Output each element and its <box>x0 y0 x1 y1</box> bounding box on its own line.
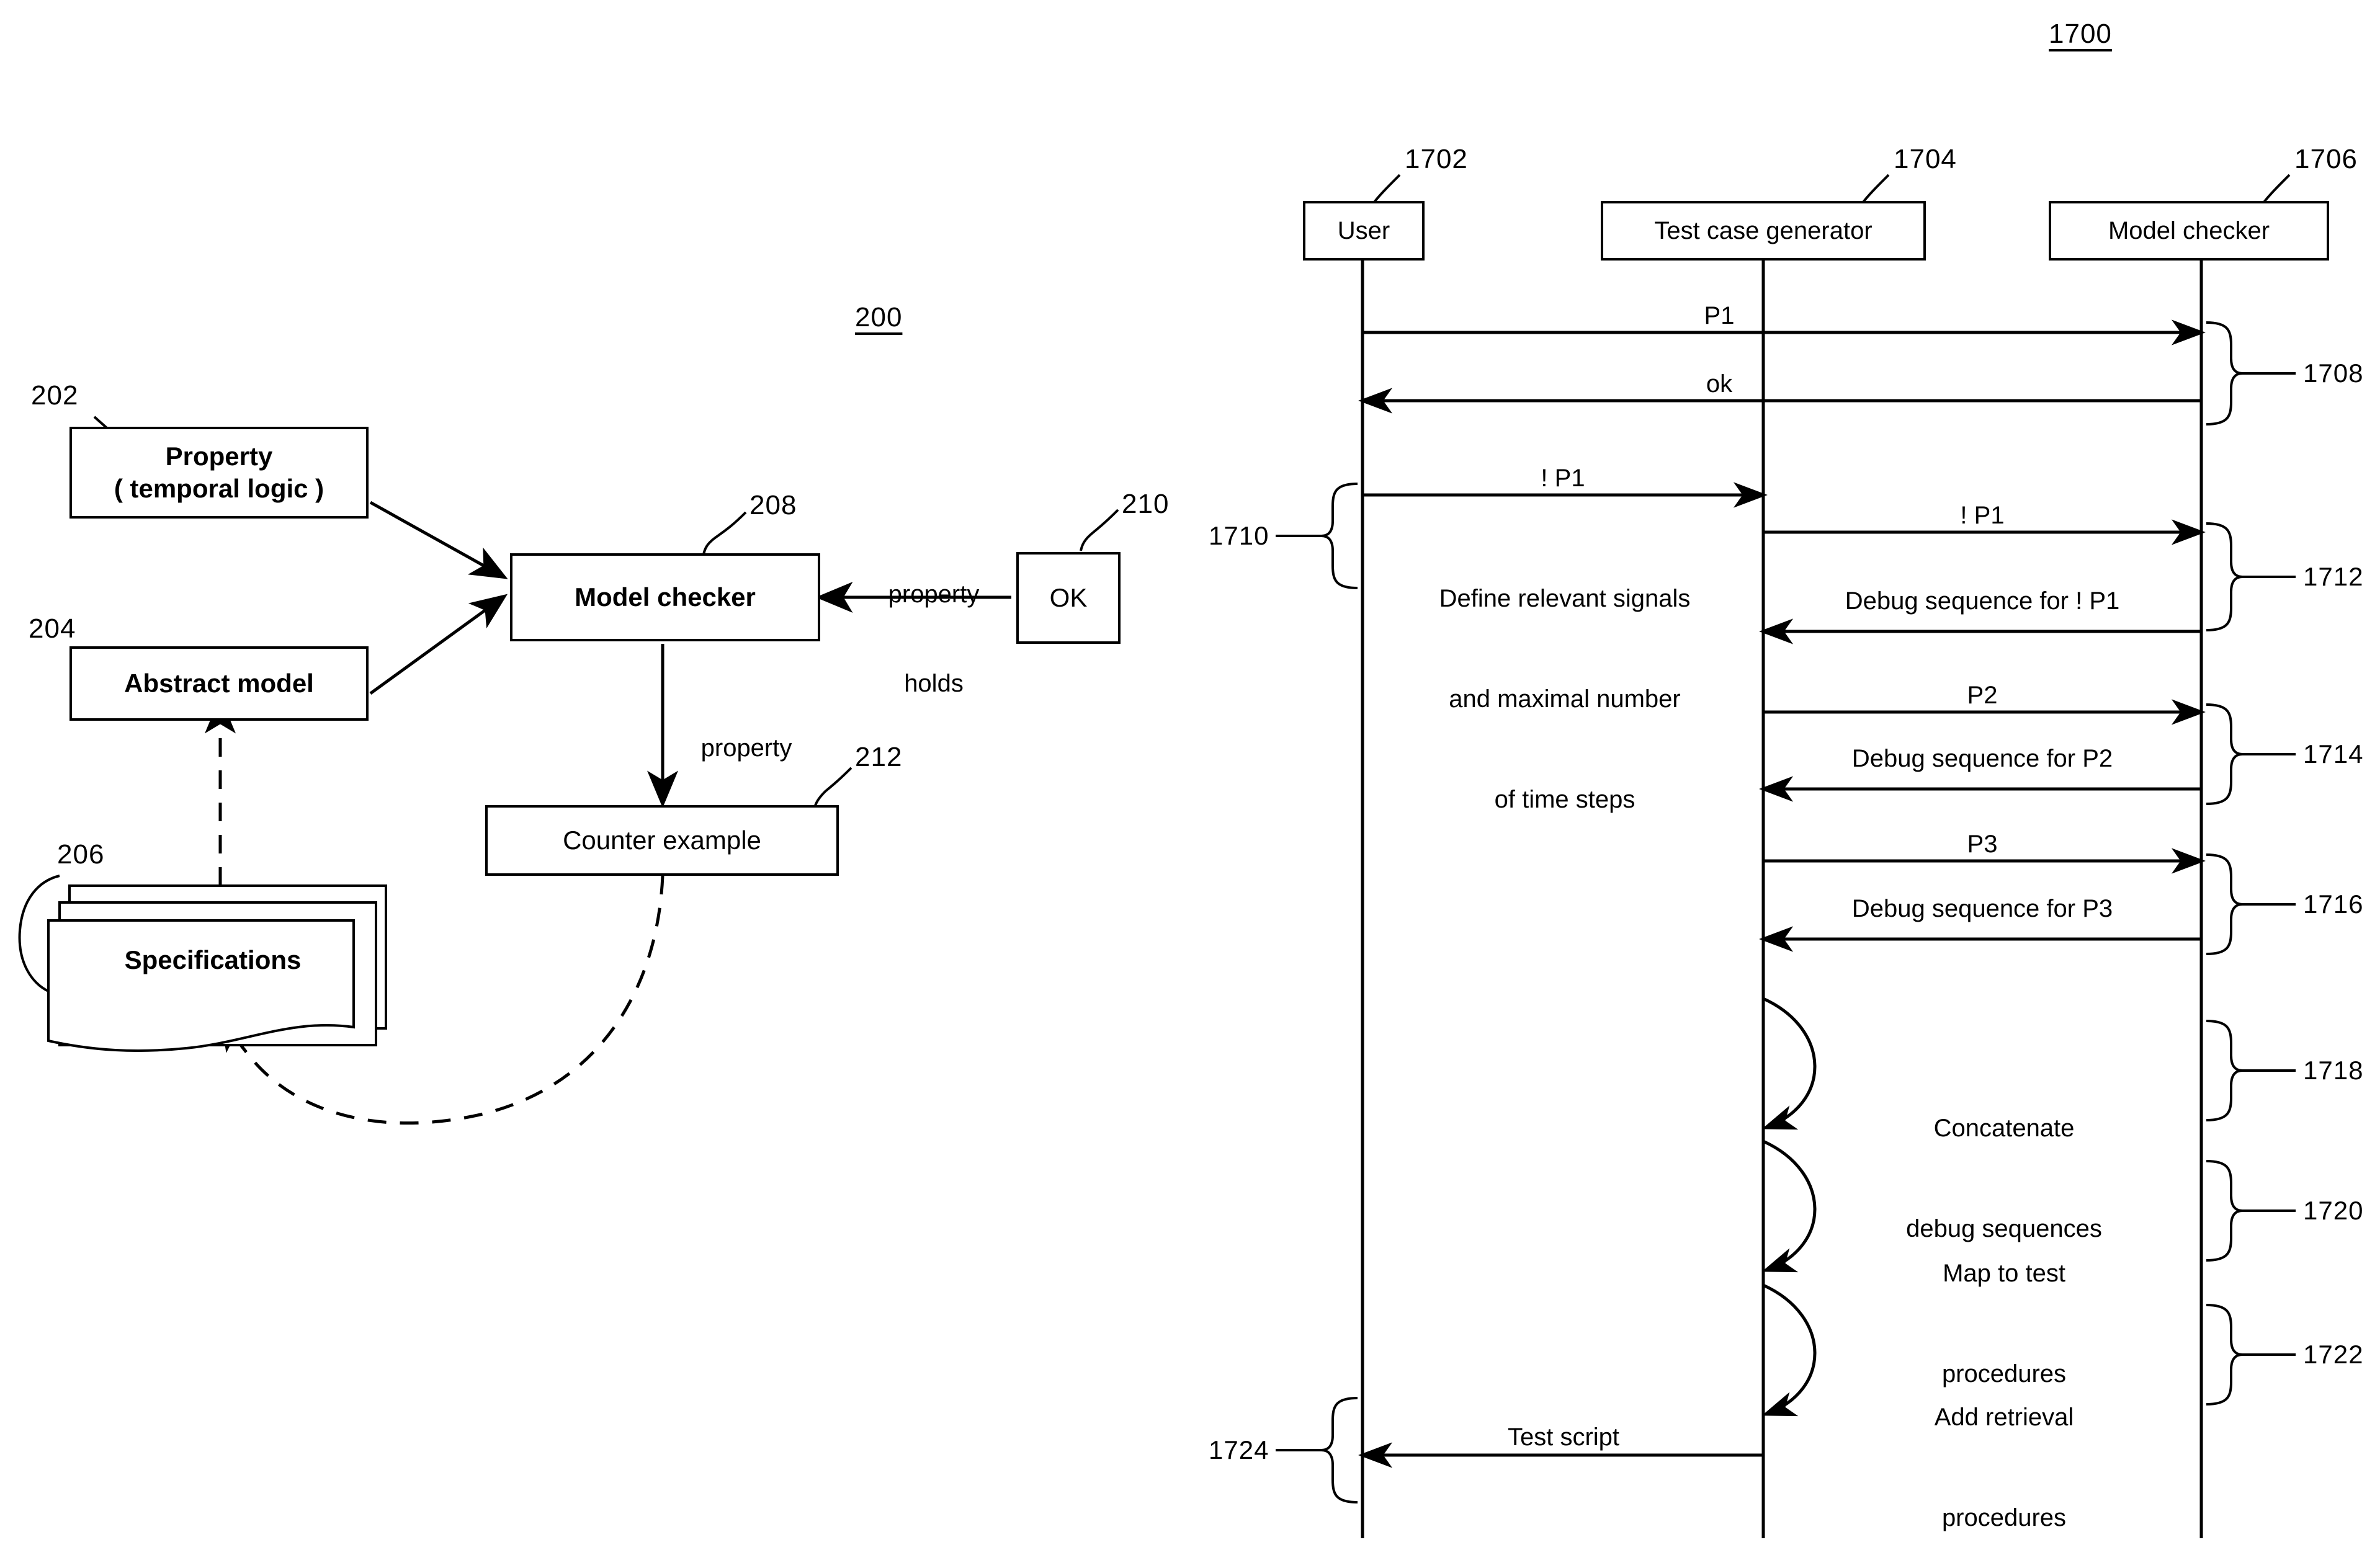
lifeline-head-user-label: User <box>1337 216 1390 244</box>
msg-label-p2: P2 <box>1967 682 1998 709</box>
figure-sheet: 200 202 Property ( temporal logic ) 204 … <box>0 0 2367 1568</box>
ref-label-1704: 1704 <box>1894 144 1957 174</box>
lifeline-head-checker-label: Model checker <box>2108 216 2270 244</box>
brace-1712 <box>2206 522 2296 631</box>
edge-label-property-fails: property fails <box>675 674 818 912</box>
note-map-to-test-line1: Map to test <box>1943 1260 2065 1287</box>
node-abstract-model-label: Abstract model <box>124 668 314 698</box>
lifeline-head-user: User <box>1303 201 1425 261</box>
msg-label-debug-notp1: Debug sequence for ! P1 <box>1845 587 2120 615</box>
msg-label-test-script: Test script <box>1507 1423 1620 1451</box>
edge-label-property-holds-line1: property <box>888 581 980 608</box>
leader-206 <box>18 875 75 997</box>
msg-label-notp1-gen-checker: ! P1 <box>1960 502 2005 529</box>
node-model-checker-200-label: Model checker <box>575 582 756 612</box>
ref-label-1712: 1712 <box>2303 562 2364 591</box>
node-ok-label: OK <box>1049 582 1088 612</box>
node-counter-example: Counter example <box>485 805 839 876</box>
msg-label-notp1-user-gen: ! P1 <box>1541 465 1585 492</box>
ref-label-208: 208 <box>749 490 797 520</box>
node-property-label-line1: Property <box>165 441 273 471</box>
ref-label-202: 202 <box>31 380 79 411</box>
msg-label-p1: P1 <box>1704 302 1735 329</box>
arrow-abstractmodel-to-checker <box>369 594 508 695</box>
figure-200-title: 200 <box>855 302 903 332</box>
leader-208 <box>702 511 747 555</box>
note-add-retrieval-line2: procedures <box>1941 1504 2067 1531</box>
leader-210 <box>1080 509 1119 551</box>
msg-label-debug-p2: Debug sequence for P2 <box>1851 745 2113 772</box>
note-define-relevant-signals-line1: Define relevant signals <box>1439 585 1691 612</box>
ref-label-1720: 1720 <box>2303 1196 2364 1225</box>
brace-1718 <box>2206 1020 2296 1121</box>
ref-label-1722: 1722 <box>2303 1340 2364 1369</box>
brace-1714 <box>2206 703 2296 805</box>
node-model-checker-200: Model checker <box>510 553 820 641</box>
ref-label-1724: 1724 <box>1209 1435 1269 1464</box>
figure-1700-title: 1700 <box>2049 19 2112 49</box>
edge-label-property-holds: property holds <box>862 520 1005 758</box>
node-abstract-model: Abstract model <box>69 646 369 721</box>
brace-1720 <box>2206 1160 2296 1262</box>
brace-1716 <box>2206 853 2296 955</box>
ref-label-1702: 1702 <box>1405 144 1468 174</box>
ref-label-1710: 1710 <box>1209 521 1269 550</box>
ref-label-1718: 1718 <box>2303 1056 2364 1085</box>
selfloop-map-to-test <box>1761 1139 1817 1273</box>
note-add-retrieval-line1: Add retrieval <box>1934 1404 2074 1431</box>
note-define-relevant-signals-line2: and maximal number <box>1449 685 1681 713</box>
edge-label-property-fails-line1: property <box>700 734 792 762</box>
lifeline-head-generator-label: Test case generator <box>1654 216 1873 244</box>
selfloop-add-retrieval <box>1761 1283 1817 1417</box>
ref-label-212: 212 <box>855 742 903 772</box>
lifeline-head-generator: Test case generator <box>1601 201 1926 261</box>
node-ok: OK <box>1016 552 1121 644</box>
ref-label-206: 206 <box>57 839 105 870</box>
node-counter-example-label: Counter example <box>563 825 761 855</box>
note-define-relevant-signals: Define relevant signals and maximal numb… <box>1379 515 1751 883</box>
node-specifications-label: Specifications <box>124 945 302 974</box>
note-add-retrieval-procedures: Add retrieval procedures <box>1855 1334 2153 1568</box>
note-concatenate-line1: Concatenate <box>1933 1115 2075 1142</box>
ref-label-204: 204 <box>29 613 76 644</box>
selfloop-concatenate <box>1761 997 1817 1130</box>
msg-label-p3: P3 <box>1967 831 1998 858</box>
ref-label-210: 210 <box>1122 489 1170 519</box>
node-property: Property ( temporal logic ) <box>69 427 369 519</box>
ref-label-1714: 1714 <box>2303 739 2364 768</box>
arrow-property-to-checker <box>369 501 508 579</box>
brace-1708 <box>2206 321 2296 425</box>
ref-label-1708: 1708 <box>2303 359 2364 388</box>
msg-label-ok: ok <box>1706 370 1733 398</box>
brace-1710 <box>1276 483 1358 589</box>
leader-212 <box>813 767 852 811</box>
node-property-label-line2: ( temporal logic ) <box>114 474 324 503</box>
brace-1722 <box>2206 1304 2296 1405</box>
edge-label-property-holds-line2: holds <box>904 670 964 697</box>
lifeline-head-checker: Model checker <box>2049 201 2329 261</box>
arrow-counterexample-to-spec <box>220 875 664 1125</box>
msg-label-debug-p3: Debug sequence for P3 <box>1851 895 2113 922</box>
brace-1724 <box>1276 1397 1358 1503</box>
ref-label-1716: 1716 <box>2303 889 2364 919</box>
ref-label-1706: 1706 <box>2294 144 2358 174</box>
note-define-relevant-signals-line3: of time steps <box>1494 786 1635 813</box>
